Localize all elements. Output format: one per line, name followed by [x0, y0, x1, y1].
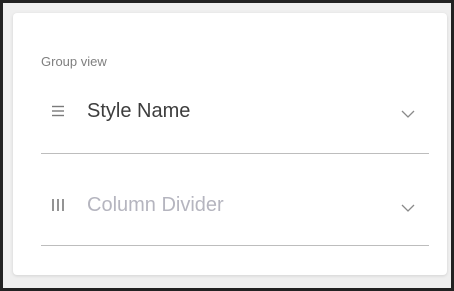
window-frame: Group view Style Name Column Divider: [0, 0, 454, 291]
divider: [41, 153, 429, 154]
hamburger-icon: [51, 104, 65, 118]
divider: [41, 245, 429, 246]
style-name-label: Style Name: [87, 100, 191, 122]
group-view-label: Group view: [41, 54, 107, 69]
column-divider-dropdown[interactable]: Column Divider: [41, 183, 429, 227]
style-name-dropdown[interactable]: Style Name: [41, 89, 429, 133]
column-bars-icon: [51, 198, 65, 212]
group-view-panel: Group view Style Name Column Divider: [13, 13, 447, 275]
chevron-down-icon: [401, 106, 415, 118]
column-divider-label: Column Divider: [87, 194, 224, 216]
chevron-down-icon: [401, 200, 415, 212]
